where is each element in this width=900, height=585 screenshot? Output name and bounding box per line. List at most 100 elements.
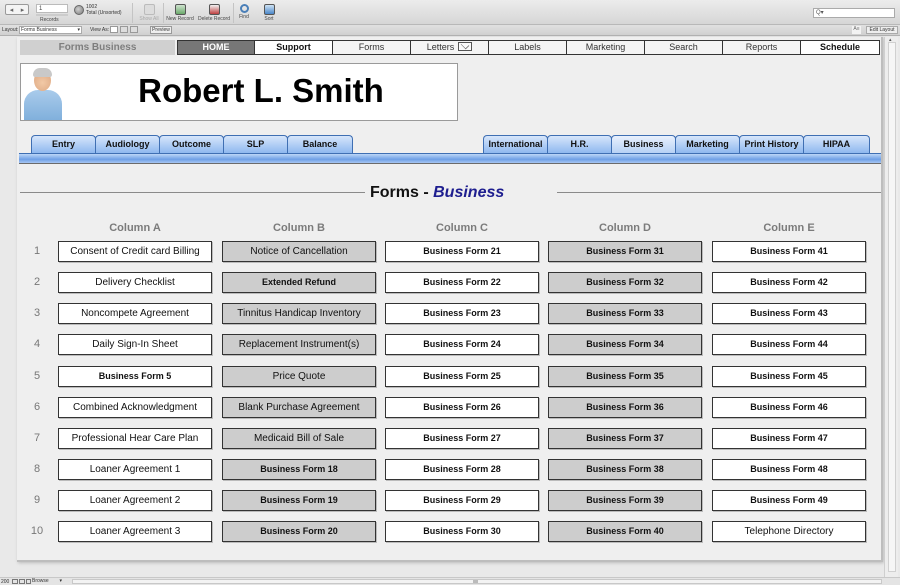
form-button[interactable]: Business Form 40 bbox=[548, 521, 702, 542]
scroll-thumb[interactable] bbox=[473, 580, 478, 583]
tab-business[interactable]: Business bbox=[611, 135, 676, 153]
sort-button[interactable]: Sort bbox=[262, 4, 276, 22]
nav-reports[interactable]: Reports bbox=[723, 40, 801, 55]
form-button[interactable]: Replacement Instrument(s) bbox=[222, 334, 376, 355]
form-button[interactable]: Business Form 32 bbox=[548, 272, 702, 293]
form-button[interactable]: Medicaid Bill of Sale bbox=[222, 428, 376, 449]
form-button[interactable]: Notice of Cancellation bbox=[222, 241, 376, 262]
form-button[interactable]: Business Form 34 bbox=[548, 334, 702, 355]
form-button[interactable]: Business Form 20 bbox=[222, 521, 376, 542]
form-button[interactable]: Loaner Agreement 3 bbox=[58, 521, 212, 542]
form-button[interactable]: Business Form 24 bbox=[385, 334, 539, 355]
patient-name: Robert L. Smith bbox=[138, 72, 384, 109]
form-button[interactable]: Price Quote bbox=[222, 366, 376, 387]
formatting-bar-button[interactable]: A≡ bbox=[852, 26, 861, 34]
status-toolbar: ◂ ▸ 1 Records 1002 Total (Unsorted) Show… bbox=[0, 0, 900, 25]
tab-balance[interactable]: Balance bbox=[287, 135, 353, 153]
form-button[interactable]: Business Form 22 bbox=[385, 272, 539, 293]
form-button[interactable]: Business Form 43 bbox=[712, 303, 866, 324]
form-button[interactable]: Business Form 19 bbox=[222, 490, 376, 511]
zoom-in-icon[interactable] bbox=[19, 579, 25, 584]
nav-labels[interactable]: Labels bbox=[489, 40, 567, 55]
quick-find-input[interactable]: Q▾ bbox=[813, 8, 895, 18]
zoom-out-icon[interactable] bbox=[12, 579, 18, 584]
record-slider[interactable] bbox=[36, 14, 68, 16]
find-button[interactable]: Find bbox=[235, 4, 253, 20]
layout-select[interactable]: Forms Business bbox=[19, 26, 82, 34]
tab-hr[interactable]: H.R. bbox=[547, 135, 612, 153]
form-button[interactable]: Business Form 31 bbox=[548, 241, 702, 262]
nav-search[interactable]: Search bbox=[645, 40, 723, 55]
form-button[interactable]: Business Form 46 bbox=[712, 397, 866, 418]
form-button[interactable]: Business Form 48 bbox=[712, 459, 866, 480]
form-button[interactable]: Business Form 25 bbox=[385, 366, 539, 387]
form-button[interactable]: Business Form 44 bbox=[712, 334, 866, 355]
nav-home[interactable]: HOME bbox=[177, 40, 255, 55]
form-button[interactable]: Business Form 36 bbox=[548, 397, 702, 418]
nav-forms[interactable]: Forms bbox=[333, 40, 411, 55]
toggle-toolbar-icon[interactable] bbox=[26, 579, 31, 584]
tab-marketing[interactable]: Marketing bbox=[675, 135, 740, 153]
form-button[interactable]: Professional Hear Care Plan bbox=[58, 428, 212, 449]
form-button[interactable]: Loaner Agreement 2 bbox=[58, 490, 212, 511]
tab-audiology[interactable]: Audiology bbox=[95, 135, 160, 153]
new-record-button[interactable]: New Record bbox=[165, 4, 195, 22]
tab-international[interactable]: International bbox=[483, 135, 548, 153]
form-button[interactable]: Business Form 23 bbox=[385, 303, 539, 324]
form-button[interactable]: Blank Purchase Agreement bbox=[222, 397, 376, 418]
edit-layout-button[interactable]: Edit Layout bbox=[866, 26, 898, 34]
form-button[interactable]: Noncompete Agreement bbox=[58, 303, 212, 324]
form-button[interactable]: Business Form 30 bbox=[385, 521, 539, 542]
form-button[interactable]: Loaner Agreement 1 bbox=[58, 459, 212, 480]
form-button[interactable]: Business Form 27 bbox=[385, 428, 539, 449]
form-button[interactable]: Combined Acknowledgment bbox=[58, 397, 212, 418]
form-button[interactable]: Business Form 39 bbox=[548, 490, 702, 511]
form-button[interactable]: Telephone Directory bbox=[712, 521, 866, 542]
view-as-list-button[interactable] bbox=[120, 26, 128, 33]
record-navigator-book[interactable]: ◂ ▸ bbox=[5, 4, 29, 15]
nav-marketing[interactable]: Marketing bbox=[567, 40, 645, 55]
horizontal-scrollbar[interactable] bbox=[72, 579, 882, 584]
form-button[interactable]: Business Form 29 bbox=[385, 490, 539, 511]
form-button[interactable]: Business Form 18 bbox=[222, 459, 376, 480]
next-record-icon[interactable]: ▸ bbox=[21, 6, 25, 14]
form-button[interactable]: Business Form 47 bbox=[712, 428, 866, 449]
form-button[interactable]: Business Form 28 bbox=[385, 459, 539, 480]
preview-button[interactable]: Preview bbox=[150, 26, 172, 34]
form-button[interactable]: Business Form 38 bbox=[548, 459, 702, 480]
form-button[interactable]: Delivery Checklist bbox=[58, 272, 212, 293]
view-as-table-button[interactable] bbox=[130, 26, 138, 33]
form-button[interactable]: Extended Refund bbox=[222, 272, 376, 293]
tab-print-history[interactable]: Print History bbox=[739, 135, 804, 153]
form-button[interactable]: Business Form 26 bbox=[385, 397, 539, 418]
form-button[interactable]: Tinnitus Handicap Inventory bbox=[222, 303, 376, 324]
form-button[interactable]: Business Form 41 bbox=[712, 241, 866, 262]
nav-support[interactable]: Support bbox=[255, 40, 333, 55]
vertical-scrollbar[interactable]: ▴ bbox=[884, 37, 898, 577]
scroll-track[interactable] bbox=[888, 42, 896, 572]
form-button[interactable]: Business Form 35 bbox=[548, 366, 702, 387]
nav-letters[interactable]: Letters bbox=[411, 40, 489, 55]
show-all-button[interactable]: Show All bbox=[138, 4, 160, 22]
form-button[interactable]: Business Form 45 bbox=[712, 366, 866, 387]
delete-record-button[interactable]: Delete Record bbox=[197, 4, 231, 22]
tab-outcome[interactable]: Outcome bbox=[159, 135, 224, 153]
tab-hipaa[interactable]: HIPAA bbox=[803, 135, 870, 153]
tab-entry[interactable]: Entry bbox=[31, 135, 96, 153]
nav-schedule[interactable]: Schedule bbox=[801, 40, 880, 55]
mode-select[interactable]: Browse bbox=[32, 579, 62, 585]
form-button[interactable]: Business Form 21 bbox=[385, 241, 539, 262]
tab-slp[interactable]: SLP bbox=[223, 135, 288, 153]
current-record-field[interactable]: 1 bbox=[36, 4, 68, 13]
view-as-form-button[interactable] bbox=[110, 26, 118, 33]
form-button[interactable]: Business Form 33 bbox=[548, 303, 702, 324]
previous-record-icon[interactable]: ◂ bbox=[10, 6, 14, 14]
zoom-level[interactable]: 200 bbox=[1, 579, 9, 585]
form-button[interactable]: Consent of Credit card Billing bbox=[58, 241, 212, 262]
form-button[interactable]: Business Form 5 bbox=[58, 366, 212, 387]
form-button[interactable]: Business Form 42 bbox=[712, 272, 866, 293]
form-button[interactable]: Business Form 49 bbox=[712, 490, 866, 511]
form-button[interactable]: Daily Sign-In Sheet bbox=[58, 334, 212, 355]
row-number: 10 bbox=[30, 525, 44, 537]
form-button[interactable]: Business Form 37 bbox=[548, 428, 702, 449]
